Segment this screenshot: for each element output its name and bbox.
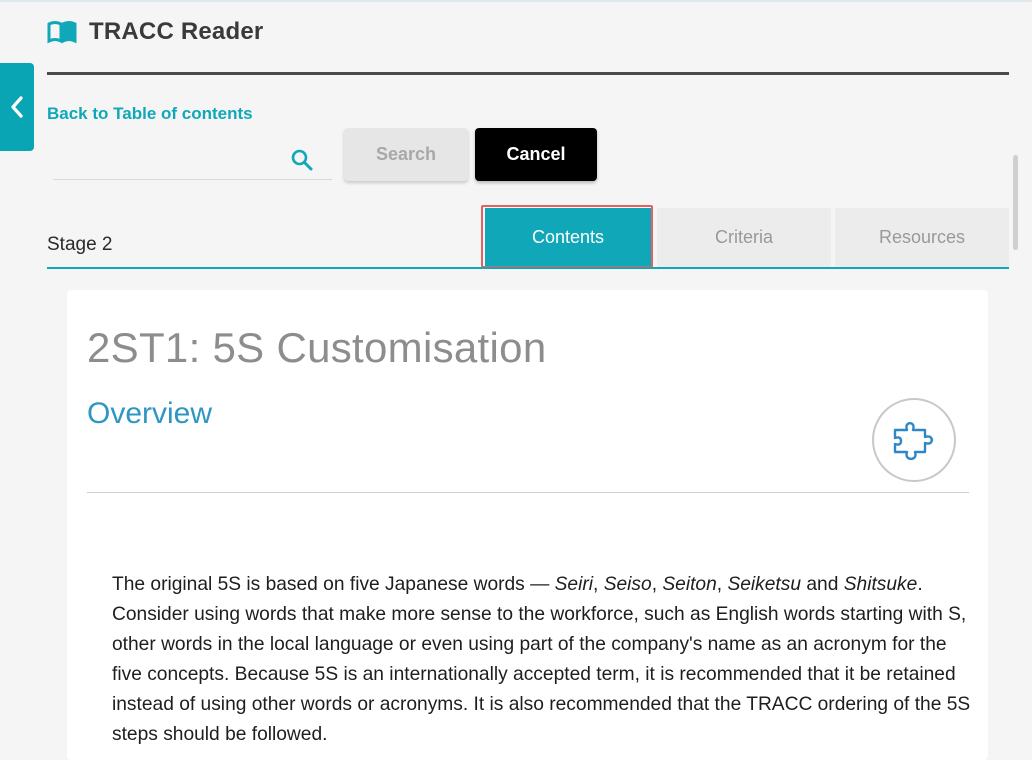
overview-paragraph: The original 5S is based on five Japanes…	[112, 574, 971, 745]
back-to-toc-link[interactable]: Back to Table of contents	[47, 104, 253, 124]
puzzle-badge	[872, 398, 956, 482]
section-heading: Overview	[87, 397, 213, 430]
tab-criteria[interactable]: Criteria	[657, 208, 831, 267]
content-card: 2ST1: 5S Customisation Overview The orig…	[67, 290, 988, 760]
stage-label: Stage 2	[47, 234, 113, 255]
section-divider	[87, 492, 969, 493]
search-field	[53, 140, 332, 180]
top-border	[0, 0, 1032, 2]
page-scrollbar[interactable]	[1013, 155, 1018, 250]
tab-resources[interactable]: Resources	[835, 208, 1009, 267]
search-button[interactable]: Search	[344, 128, 468, 181]
puzzle-icon	[893, 421, 934, 461]
search-input[interactable]	[53, 140, 287, 178]
chevron-left-icon	[11, 96, 23, 118]
header-divider	[47, 72, 1009, 75]
app-header: TRACC Reader	[47, 16, 263, 48]
page-title: 2ST1: 5S Customisation	[87, 324, 547, 371]
book-icon	[47, 20, 77, 44]
app-title: TRACC Reader	[89, 18, 264, 45]
sidebar-toggle-button[interactable]	[0, 63, 34, 151]
cancel-button[interactable]: Cancel	[475, 128, 597, 181]
tab-contents[interactable]: Contents	[485, 208, 651, 267]
tabs-underline	[47, 267, 1009, 269]
search-icon[interactable]	[290, 148, 314, 172]
